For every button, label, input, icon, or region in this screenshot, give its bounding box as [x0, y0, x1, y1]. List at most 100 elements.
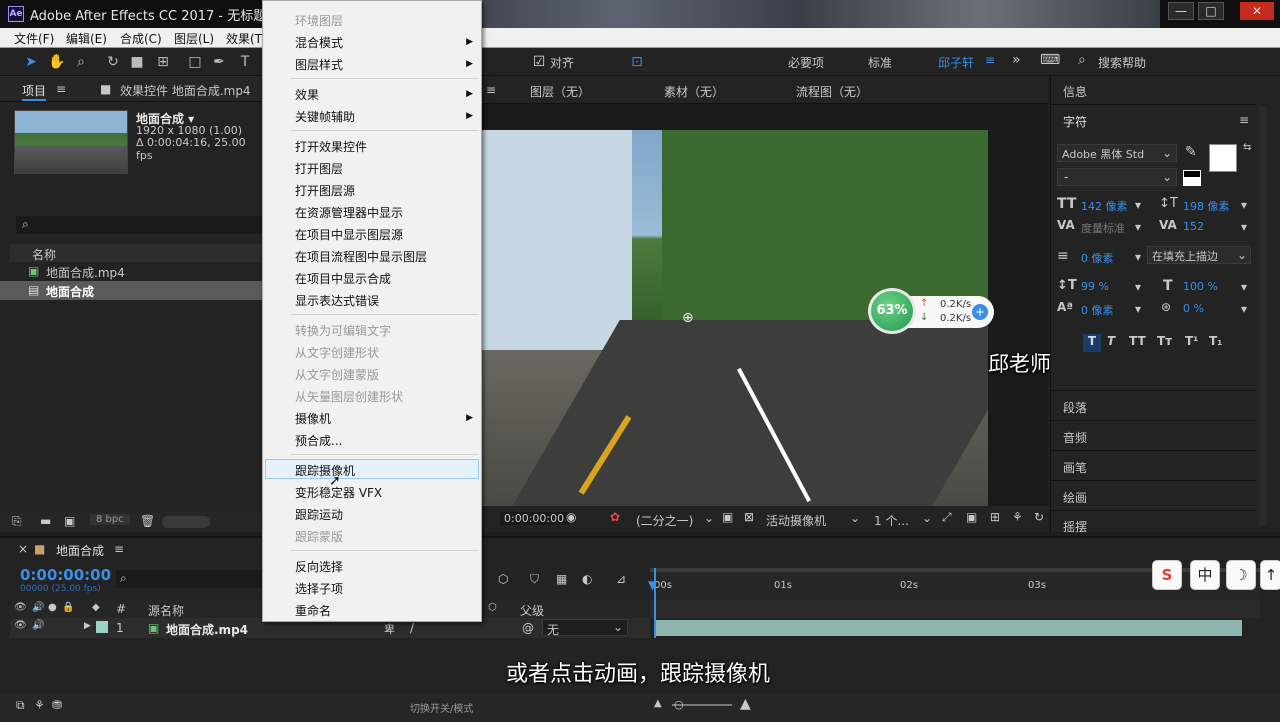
visibility-toggle-icon[interactable]: 👁: [14, 620, 27, 631]
snapshot-icon[interactable]: ◉: [566, 510, 576, 524]
network-speed-widget[interactable]: ↑ 0.2K/s ↓ 0.2K/s + 63%: [868, 288, 996, 334]
parent-column-header[interactable]: 父级: [520, 602, 544, 619]
menu-layer[interactable]: 图层(L): [174, 30, 214, 47]
timeline-icon[interactable]: ⊞: [990, 510, 1000, 524]
menu-edit[interactable]: 编辑(E): [66, 30, 107, 47]
close-tab-icon[interactable]: ×: [18, 542, 28, 556]
horizontal-scale-value[interactable]: 100 %: [1183, 280, 1218, 293]
workspace-custom[interactable]: 邱子轩: [938, 54, 974, 71]
menu-item-create-masks-from-text[interactable]: 从文字创建蒙版: [295, 366, 379, 383]
rectangle-tool-icon[interactable]: □: [186, 53, 204, 71]
parent-pickwhip-icon[interactable]: @: [522, 621, 534, 635]
menu-item-create-shapes-from-text[interactable]: 从文字创建形状: [295, 344, 379, 361]
menu-item-reveal-in-flowchart[interactable]: 在项目流程图中显示图层: [295, 248, 427, 265]
camera-tool-icon[interactable]: ■: [128, 53, 146, 71]
layer-label-color[interactable]: [96, 621, 108, 633]
stroke-type-select[interactable]: 在填充上描边 ⌄: [1147, 246, 1251, 264]
new-folder-icon[interactable]: ▬: [40, 514, 51, 528]
menu-composition[interactable]: 合成(C): [120, 30, 162, 47]
sogou-logo-icon[interactable]: S: [1152, 560, 1182, 590]
parent-select[interactable]: 无 ⌄: [542, 619, 628, 637]
menu-item-camera[interactable]: 摄像机: [295, 410, 331, 427]
fill-color-swatch[interactable]: [1209, 144, 1237, 172]
chevron-down-icon[interactable]: ▾: [1135, 280, 1141, 294]
menu-file[interactable]: 文件(F): [14, 30, 54, 47]
source-name-column-header[interactable]: 源名称: [148, 602, 184, 619]
chevron-down-icon[interactable]: ▾: [1135, 220, 1141, 234]
frame-blending-icon[interactable]: ▦: [556, 572, 567, 586]
paint-panel-title[interactable]: 绘画: [1063, 489, 1087, 506]
toggle-switches-modes[interactable]: 切换开关/模式: [410, 700, 473, 715]
bit-depth-button[interactable]: 8 bpc: [90, 514, 130, 525]
default-colors-icon[interactable]: [1183, 170, 1201, 178]
zoom-in-icon[interactable]: ▲: [740, 696, 751, 712]
tab-project[interactable]: 项目: [22, 82, 47, 101]
snap-checkbox-icon[interactable]: ☑: [530, 53, 548, 71]
right-panel-scrollbar[interactable]: [1259, 106, 1267, 526]
tab-effect-controls[interactable]: 效果控件 地面合成.mp4: [120, 82, 251, 99]
pan-behind-tool-icon[interactable]: ⊞: [154, 53, 172, 71]
dropdown-arrow-icon[interactable]: ⌄: [850, 511, 860, 525]
chevron-down-icon[interactable]: ▾: [1241, 280, 1247, 294]
menu-item-invert-selection[interactable]: 反向选择: [295, 558, 343, 575]
plus-icon[interactable]: +: [972, 304, 988, 320]
delete-icon[interactable]: 🗑: [140, 514, 155, 528]
close-button[interactable]: ✕: [1240, 2, 1274, 20]
subscript-button[interactable]: T₁: [1209, 334, 1222, 348]
timeline-timecode[interactable]: 0:00:00:00: [20, 566, 111, 584]
faux-bold-button[interactable]: T: [1083, 334, 1101, 352]
fast-preview-icon[interactable]: ▣: [966, 510, 977, 524]
kerning-value[interactable]: 度量标准: [1081, 220, 1125, 236]
menu-item-blending-mode[interactable]: 混合模式: [295, 34, 343, 51]
text-tool-icon[interactable]: T: [236, 53, 254, 71]
tsume-value[interactable]: 0 %: [1183, 302, 1204, 315]
chevron-down-icon[interactable]: ▾: [1135, 302, 1141, 316]
anchor-point-icon[interactable]: ⊕: [682, 310, 694, 326]
menu-item-create-shapes-from-vector[interactable]: 从矢量图层创建形状: [295, 388, 403, 405]
wiggler-panel-title[interactable]: 摇摆: [1063, 518, 1087, 535]
menu-item-reveal-composition[interactable]: 在项目中显示合成: [295, 270, 391, 287]
resolution-select[interactable]: (二分之一): [636, 512, 693, 529]
expand-layer-icon[interactable]: ▶: [84, 621, 91, 631]
column-name-header[interactable]: 名称: [32, 246, 56, 263]
tracking-value[interactable]: 152: [1183, 220, 1204, 233]
playhead-icon[interactable]: ▼: [648, 578, 657, 592]
collapse-switch-icon[interactable]: 卑: [384, 621, 395, 637]
paragraph-panel-title[interactable]: 段落: [1063, 399, 1087, 416]
flowchart-button-icon[interactable]: ⚘: [34, 698, 45, 712]
brushes-panel-title[interactable]: 画笔: [1063, 459, 1087, 476]
font-style-select[interactable]: - ⌄: [1057, 168, 1177, 186]
chevron-down-icon[interactable]: ▾: [1241, 302, 1247, 316]
audio-panel-title[interactable]: 音频: [1063, 429, 1087, 446]
transparency-grid-icon[interactable]: ⊠: [744, 510, 754, 524]
character-panel-title[interactable]: 字符: [1063, 113, 1087, 130]
stroke-width-value[interactable]: 0 像素: [1081, 250, 1114, 266]
vertical-scale-value[interactable]: 99 %: [1081, 280, 1109, 293]
menu-item-environment-layer[interactable]: 环境图层: [295, 12, 343, 29]
project-menu-icon[interactable]: ≡: [56, 82, 66, 96]
graph-editor-icon[interactable]: ⊿: [616, 572, 626, 586]
pen-tool-icon[interactable]: ✒: [210, 53, 228, 71]
faux-italic-button[interactable]: T: [1107, 334, 1115, 348]
zoom-tool-icon[interactable]: ⌕: [72, 53, 90, 71]
project-scroll-slider[interactable]: [162, 516, 210, 528]
menu-item-convert-to-editable-text[interactable]: 转换为可编辑文字: [295, 322, 391, 339]
layer-name[interactable]: 地面合成.mp4: [166, 621, 248, 638]
character-menu-icon[interactable]: ≡: [1239, 113, 1249, 127]
toggle-pixel-aspect-icon[interactable]: ⤢: [942, 510, 952, 525]
more-workspaces-icon[interactable]: »: [1012, 52, 1021, 68]
view-layout-select[interactable]: 1 个...: [874, 512, 909, 529]
workspace-standard[interactable]: 标准: [868, 54, 892, 71]
chevron-down-icon[interactable]: ▾: [1241, 220, 1247, 234]
tab-flowchart[interactable]: 流程图（无）: [796, 83, 868, 100]
leading-value[interactable]: 198 像素: [1183, 198, 1230, 214]
viewer-timecode[interactable]: 0:00:00:00: [500, 512, 569, 525]
superscript-button[interactable]: T¹: [1185, 334, 1198, 348]
menu-item-reveal-layer-source[interactable]: 在项目中显示图层源: [295, 226, 403, 243]
menu-item-effect[interactable]: 效果: [295, 86, 319, 103]
zoom-out-icon[interactable]: ▲: [654, 698, 662, 709]
chevron-down-icon[interactable]: ▾: [1135, 198, 1141, 212]
menu-item-track-camera[interactable]: 跟踪摄像机: [295, 462, 355, 479]
all-caps-button[interactable]: TT: [1129, 334, 1146, 348]
font-size-value[interactable]: 142 像素: [1081, 198, 1128, 214]
